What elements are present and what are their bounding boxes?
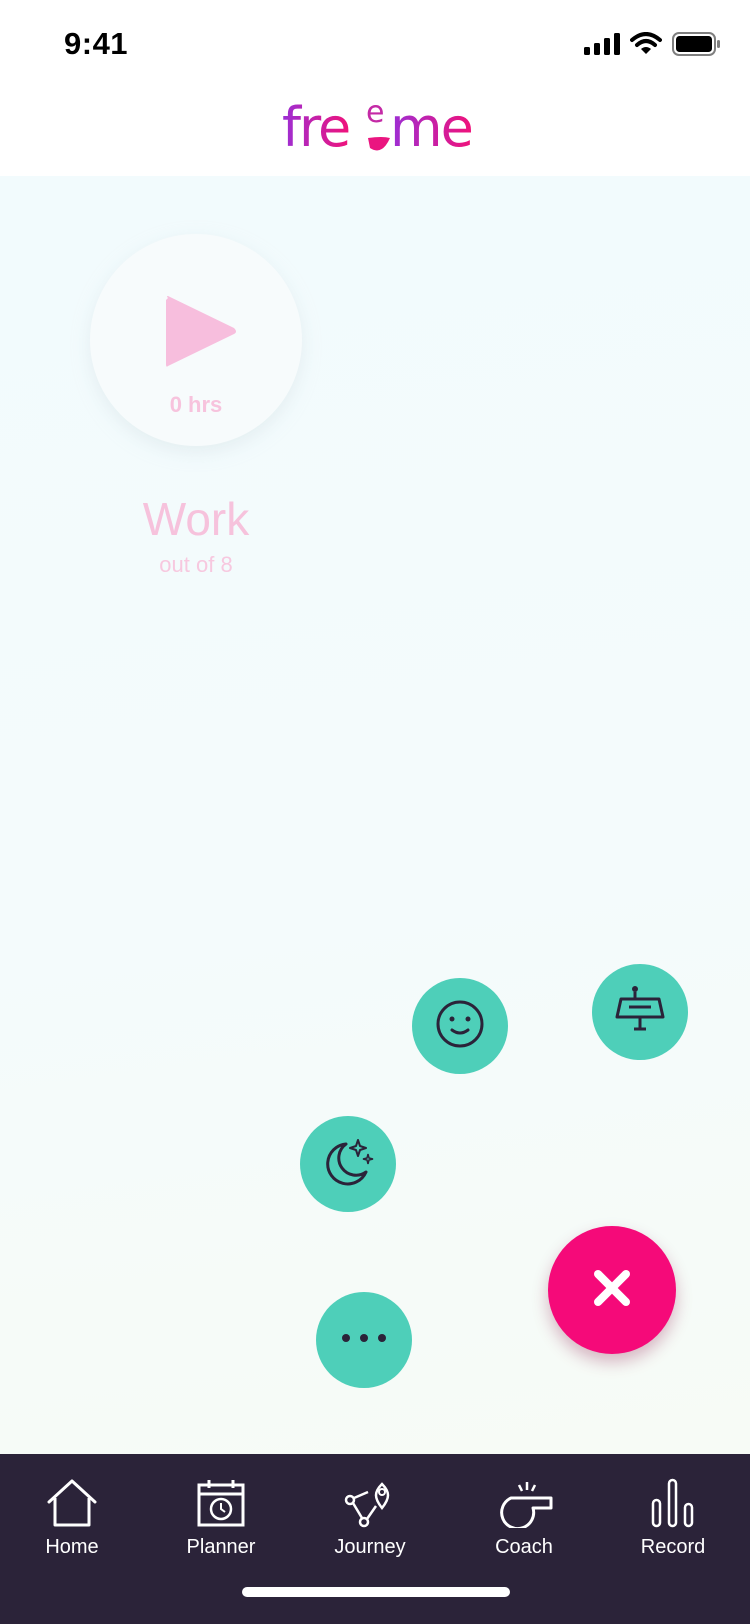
home-icon (46, 1468, 98, 1528)
tab-record[interactable]: Record (608, 1468, 738, 1568)
work-title: Work (142, 493, 250, 545)
tab-journey[interactable]: Journey (305, 1468, 435, 1568)
journey-route-icon (344, 1468, 396, 1528)
tab-home-label: Home (45, 1536, 99, 1558)
bar-chart-icon (651, 1468, 695, 1528)
tab-bar: Home Planner Journey Coach Record (0, 1454, 750, 1624)
work-timer-card[interactable]: 0 hrs (90, 234, 302, 446)
calendar-clock-icon (196, 1468, 246, 1528)
work-subtitle: out of 8 (159, 552, 233, 577)
home-indicator[interactable] (242, 1587, 510, 1597)
close-button[interactable] (548, 1226, 676, 1354)
cellular-signal-icon (584, 33, 620, 60)
play-icon[interactable] (162, 294, 238, 375)
main-content: 0 hrs Work out of 8 (0, 176, 750, 1454)
desk-lamp-icon (613, 983, 667, 1042)
status-time: 9:41 (64, 26, 129, 61)
tab-planner[interactable]: Planner (156, 1468, 286, 1568)
work-button[interactable] (592, 964, 688, 1060)
tab-planner-label: Planner (186, 1536, 256, 1558)
smiley-face-icon (434, 998, 486, 1055)
mood-button[interactable] (412, 978, 508, 1074)
tab-journey-label: Journey (334, 1536, 406, 1558)
svg-text:e: e (366, 95, 384, 130)
tab-home[interactable]: Home (7, 1468, 137, 1568)
tab-record-label: Record (640, 1536, 706, 1558)
svg-text:fre: fre (282, 96, 349, 159)
battery-icon (672, 32, 720, 61)
status-icons (584, 32, 720, 61)
wifi-icon (630, 32, 662, 61)
tab-coach-label: Coach (495, 1536, 553, 1558)
more-dots-icon (339, 1331, 389, 1349)
more-button[interactable] (316, 1292, 412, 1388)
tab-coach[interactable]: Coach (459, 1468, 589, 1568)
status-bar: 9:41 (0, 0, 750, 90)
close-icon (593, 1269, 631, 1312)
moon-stars-icon (320, 1134, 376, 1195)
work-hours-value: 0 hrs (169, 392, 223, 417)
sleep-button[interactable] (300, 1116, 396, 1212)
svg-text:me: me (390, 96, 472, 159)
whistle-icon (493, 1468, 555, 1528)
freeme-logo: fre e me (282, 95, 474, 162)
